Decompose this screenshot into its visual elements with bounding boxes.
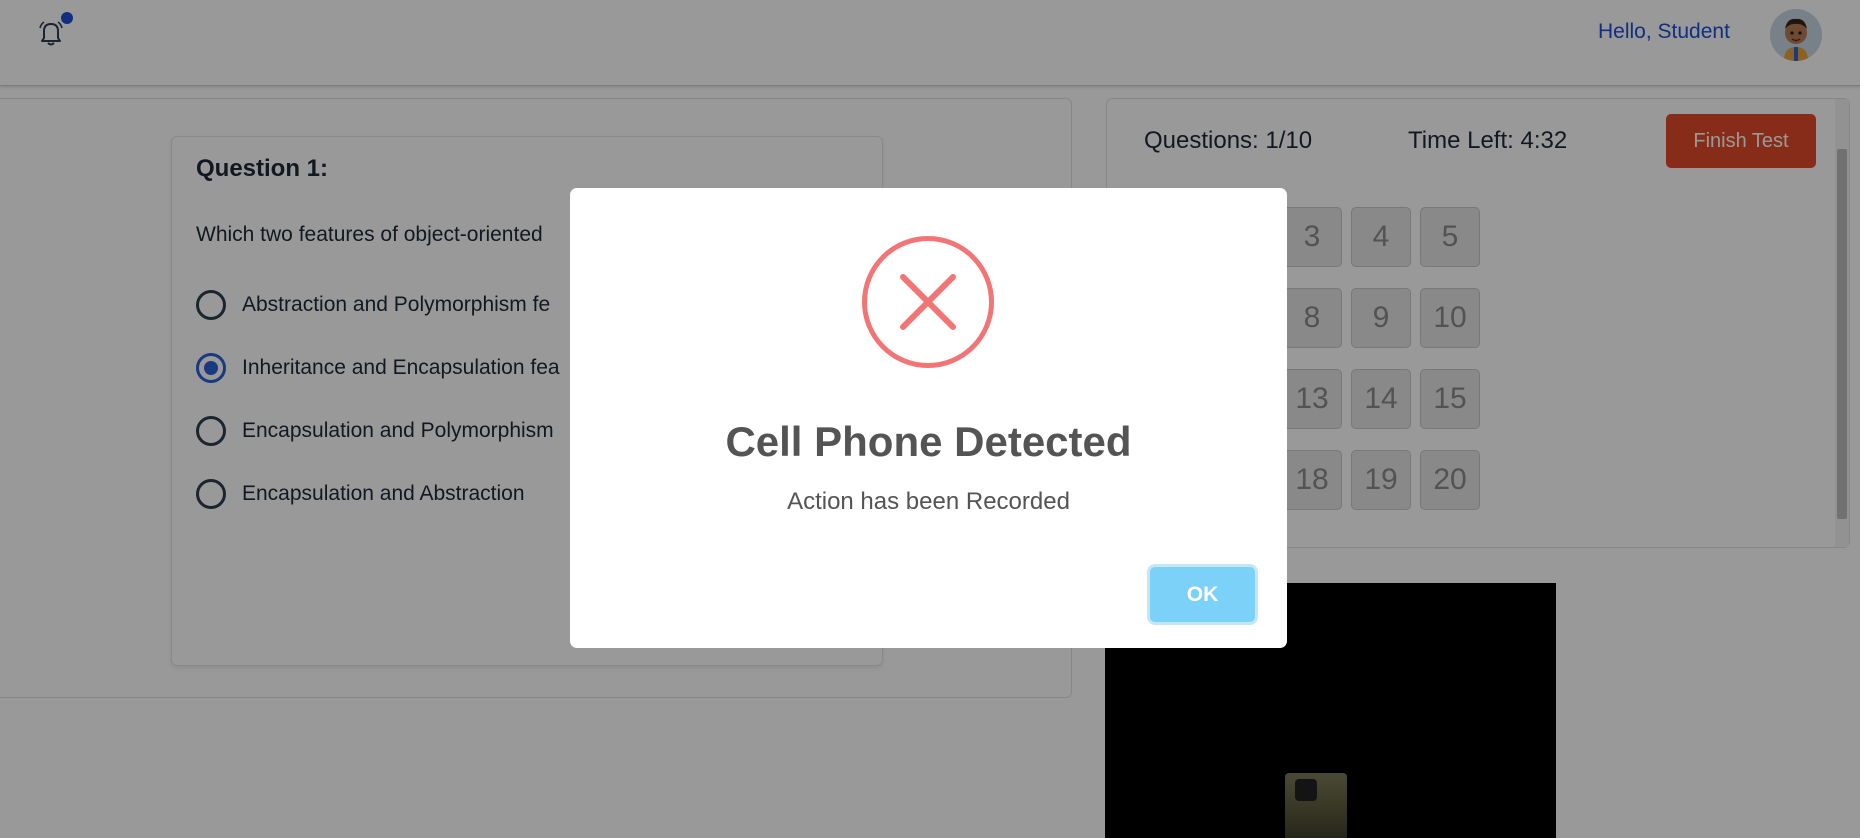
dialog-title: Cell Phone Detected: [725, 418, 1132, 465]
error-x-icon: [862, 236, 994, 368]
alert-dialog: Cell Phone Detected Action has been Reco…: [570, 188, 1287, 648]
dialog-message: Action has been Recorded: [787, 488, 1070, 515]
ok-button[interactable]: OK: [1150, 567, 1255, 622]
